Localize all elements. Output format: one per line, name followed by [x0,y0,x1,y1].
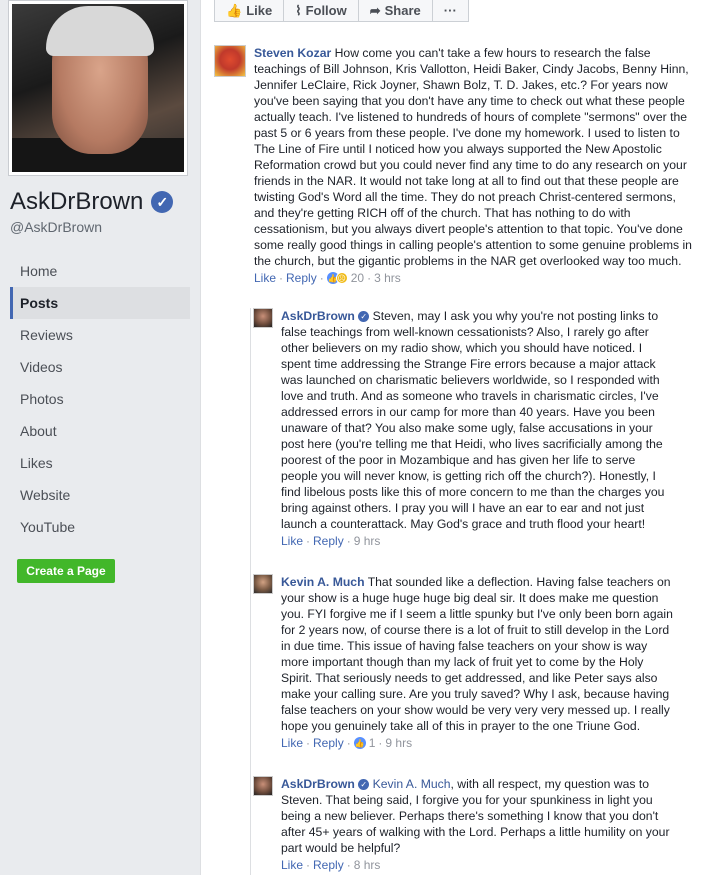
profile-photo [12,4,184,172]
nav-posts[interactable]: Posts [10,287,190,319]
nav-about[interactable]: About [10,415,190,447]
avatar[interactable] [214,45,246,77]
comment-time[interactable]: 9 hrs [385,736,412,750]
comment-body: Steven Kozar How come you can't take a f… [254,45,694,269]
avatar[interactable] [253,574,273,594]
verified-badge-icon: ✓ [358,779,370,791]
comment-author[interactable]: AskDrBrown [281,309,355,323]
like-reaction-icon: 👍 [353,737,366,749]
more-icon: ··· [443,3,457,18]
page-nav: Home Posts Reviews Videos Photos About L… [10,255,190,543]
comment: Steven Kozar How come you can't take a f… [214,45,694,285]
comment-meta: Like · Reply · 👍 1 · 9 hrs [281,736,413,750]
thumbs-up-icon: 👍 [226,2,243,18]
share-button[interactable]: ➦ Share [359,0,433,21]
rss-icon: ⌇ [295,2,302,18]
reply-comment: Kevin A. Much That sounded like a deflec… [253,574,693,750]
reactions[interactable]: 👍 ☹ [326,272,348,284]
like-link[interactable]: Like [254,271,276,285]
like-link[interactable]: Like [281,534,303,548]
angry-reaction-icon: ☹ [335,272,348,284]
follow-label: Follow [305,3,347,18]
comment-body: AskDrBrown ✓ Kevin A. Much, with all res… [281,776,673,856]
comment-body: AskDrBrown ✓ Steven, may I ask you why y… [281,308,673,532]
profile-picture[interactable] [8,0,188,176]
comment-mention[interactable]: Kevin A. Much [373,777,451,791]
avatar[interactable] [253,776,273,796]
like-page-button[interactable]: 👍 Like [215,0,285,21]
avatar[interactable] [253,308,273,328]
create-page-button[interactable]: Create a Page [17,559,115,583]
reply-link[interactable]: Reply [313,534,344,548]
share-label: Share [384,3,421,18]
reply-thread-line [250,308,251,875]
nav-likes[interactable]: Likes [10,447,190,479]
reply-comment: AskDrBrown ✓ Steven, may I ask you why y… [253,308,693,548]
comment-text: How come you can't take a few hours to r… [254,46,692,268]
nav-photos[interactable]: Photos [10,383,190,415]
reaction-count: 20 [350,271,365,285]
reply-link[interactable]: Reply [313,736,344,750]
more-options-button[interactable]: ··· [433,0,468,21]
left-column: AskDrBrown ✓ @AskDrBrown Home Posts Revi… [0,0,200,875]
nav-home[interactable]: Home [10,255,190,287]
comment-meta: Like · Reply · 👍 ☹ 20 · 3 hrs [254,271,401,285]
like-link[interactable]: Like [281,858,303,872]
reply-link[interactable]: Reply [313,858,344,872]
reply-link[interactable]: Reply [286,271,317,285]
comment-author[interactable]: Kevin A. Much [281,575,365,589]
main-column: 👍 Like ⌇ Follow ➦ Share ··· Steven Kozar… [200,0,701,875]
nav-website[interactable]: Website [10,479,190,511]
comment-time[interactable]: 3 hrs [374,271,401,285]
reactions[interactable]: 👍 [353,737,366,749]
verified-badge-icon: ✓ [358,311,370,323]
comment-author[interactable]: AskDrBrown [281,777,355,791]
page-name-text: AskDrBrown [10,188,144,215]
comment-text: Steven, may I ask you why you're not pos… [281,309,665,531]
comment-body: Kevin A. Much That sounded like a deflec… [281,574,673,734]
like-link[interactable]: Like [281,736,303,750]
reply-comment: AskDrBrown ✓ Kevin A. Much, with all res… [253,776,693,872]
verified-badge-icon: ✓ [151,191,174,213]
follow-button[interactable]: ⌇ Follow [284,0,359,21]
nav-videos[interactable]: Videos [10,351,190,383]
page-handle: @AskDrBrown [10,219,103,235]
page-action-bar: 👍 Like ⌇ Follow ➦ Share ··· [214,0,469,22]
share-arrow-icon: ➦ [369,2,381,18]
like-page-label: Like [246,3,273,18]
page-name[interactable]: AskDrBrown ✓ [10,188,174,216]
comment-time[interactable]: 8 hrs [354,858,381,872]
nav-youtube[interactable]: YouTube [10,511,190,543]
reaction-count: 1 [368,736,376,750]
comment-meta: Like · Reply · 9 hrs [281,534,381,548]
comment-time[interactable]: 9 hrs [354,534,381,548]
nav-reviews[interactable]: Reviews [10,319,190,351]
comment-text: That sounded like a deflection. Having f… [281,575,673,733]
comment-author[interactable]: Steven Kozar [254,46,331,60]
comment-meta: Like · Reply · 8 hrs [281,858,381,872]
